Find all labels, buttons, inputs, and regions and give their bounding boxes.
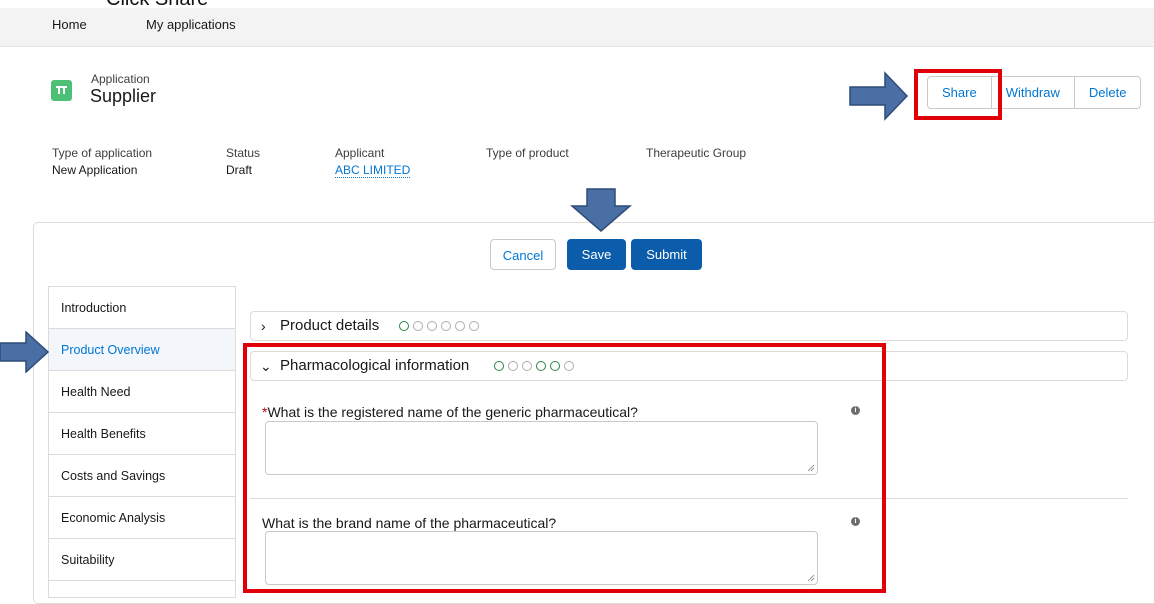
field-label-type-of-product: Type of product xyxy=(486,146,569,160)
field-value-type-of-application: New Application xyxy=(52,163,138,177)
progress-dot xyxy=(441,321,451,331)
submit-button[interactable]: Submit xyxy=(631,239,702,270)
progress-dot xyxy=(413,321,423,331)
progress-dot xyxy=(455,321,465,331)
sidebar-item-introduction[interactable]: Introduction xyxy=(49,287,235,329)
save-button[interactable]: Save xyxy=(567,239,626,270)
nav-item-home[interactable]: Home xyxy=(52,17,87,32)
sidebar-item-health-need[interactable]: Health Need xyxy=(49,371,235,413)
section-title-product-details: Product details xyxy=(280,317,380,334)
field-value-status: Draft xyxy=(226,163,253,177)
chevron-right-icon: › xyxy=(261,318,266,334)
highlight-box-share xyxy=(914,69,1002,120)
delete-button[interactable]: Delete xyxy=(1075,77,1141,108)
app-icon xyxy=(51,80,72,101)
cancel-button[interactable]: Cancel xyxy=(490,239,556,270)
record-type-label: Application xyxy=(91,72,150,86)
sidebar-item-suitability[interactable]: Suitability xyxy=(49,539,235,581)
progress-dot xyxy=(427,321,437,331)
progress-dot xyxy=(469,321,479,331)
section-product-details[interactable]: › Product details xyxy=(250,311,1128,341)
annotation-arrow-icon xyxy=(570,188,632,232)
field-label-therapeutic-group: Therapeutic Group xyxy=(646,146,747,160)
top-nav-bar: Home My applications xyxy=(0,8,1154,47)
sidebar-item-health-benefits[interactable]: Health Benefits xyxy=(49,413,235,455)
annotation-arrow-icon xyxy=(849,71,909,121)
field-label-status: Status xyxy=(226,146,261,160)
sidebar-item-economic-analysis[interactable]: Economic Analysis xyxy=(49,497,235,539)
sidebar-item-product-overview[interactable]: Product Overview xyxy=(49,329,235,371)
field-label-applicant: Applicant xyxy=(335,146,385,160)
field-label-type-of-application: Type of application xyxy=(52,146,153,160)
nav-item-my-applications[interactable]: My applications xyxy=(146,17,236,32)
page-title: Supplier xyxy=(90,86,157,106)
sidebar-item-costs-and-savings[interactable]: Costs and Savings xyxy=(49,455,235,497)
section-sidebar: Introduction Product Overview Health Nee… xyxy=(48,286,236,598)
highlight-box-pharmacological xyxy=(243,343,886,593)
progress-dots xyxy=(399,321,483,331)
progress-dot xyxy=(399,321,409,331)
withdraw-button[interactable]: Withdraw xyxy=(992,77,1075,108)
annotation-arrow-icon xyxy=(0,331,50,373)
applicant-link[interactable]: ABC LIMITED xyxy=(335,163,411,178)
